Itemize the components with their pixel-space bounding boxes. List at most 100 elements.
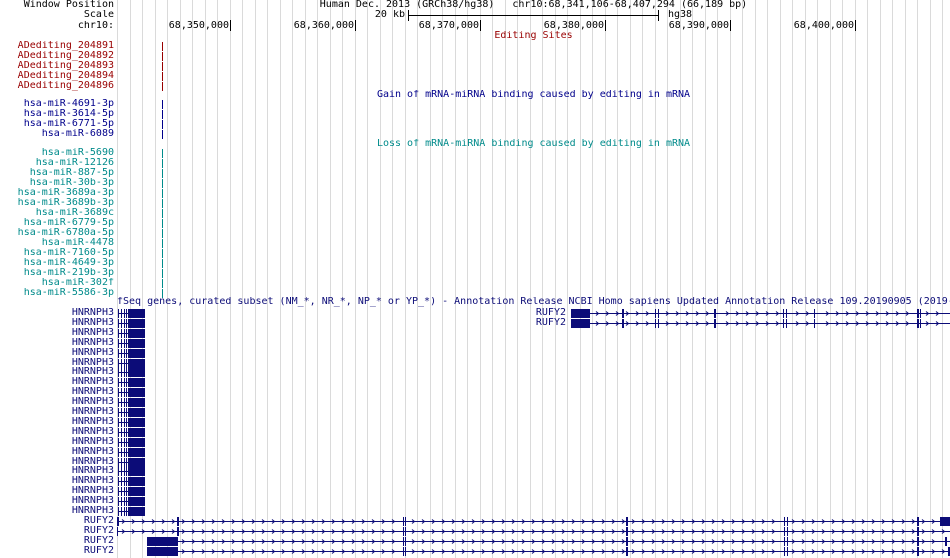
track-label-hnrnph3[interactable]: HNRNPH3 <box>0 348 114 358</box>
gene-hnrnph3[interactable] <box>118 448 145 457</box>
genome-browser-image[interactable]: Window Position Human Dec. 2013 (GRCh38/… <box>0 0 950 558</box>
gene-hnrnph3[interactable] <box>118 467 145 476</box>
gene-hnrnph3[interactable] <box>118 339 145 348</box>
gene-rufy2[interactable] <box>571 319 950 328</box>
gene-rufy2[interactable] <box>571 309 950 318</box>
gene-hnrnph3[interactable] <box>118 428 145 437</box>
loss-binding-marker[interactable] <box>162 209 163 218</box>
track-label-adediting-204892[interactable]: ADediting_204892 <box>0 51 114 61</box>
gene-hnrnph3[interactable] <box>118 497 145 506</box>
loss-binding-marker[interactable] <box>162 219 163 228</box>
gene-hnrnph3[interactable] <box>118 378 145 387</box>
gene-hnrnph3[interactable] <box>118 507 145 516</box>
track-label-hsa-mir-7160-5p[interactable]: hsa-miR-7160-5p <box>0 248 114 258</box>
track-label-hsa-mir-6780a-5p[interactable]: hsa-miR-6780a-5p <box>0 228 114 238</box>
track-label-hsa-mir-5586-3p[interactable]: hsa-miR-5586-3p <box>0 288 114 298</box>
track-label-hnrnph3[interactable]: HNRNPH3 <box>0 417 114 427</box>
track-label-rufy2[interactable]: RUFY2 <box>0 526 114 536</box>
track-label-hsa-mir-3689c[interactable]: hsa-miR-3689c <box>0 208 114 218</box>
editing-site-marker[interactable] <box>162 42 163 51</box>
gene-hnrnph3[interactable] <box>118 398 145 407</box>
track-label-hnrnph3[interactable]: HNRNPH3 <box>0 447 114 457</box>
track-label-adediting-204894[interactable]: ADediting_204894 <box>0 71 114 81</box>
gain-binding-marker[interactable] <box>162 100 163 109</box>
track-label-hsa-mir-302f[interactable]: hsa-miR-302f <box>0 278 114 288</box>
gain-binding-marker[interactable] <box>162 120 163 129</box>
gene-hnrnph3[interactable] <box>118 458 145 467</box>
gene-hnrnph3[interactable] <box>118 388 145 397</box>
editing-sites-track-features[interactable] <box>162 42 163 91</box>
track-label-hsa-mir-3689a-3p[interactable]: hsa-miR-3689a-3p <box>0 188 114 198</box>
track-label-hsa-mir-887-5p[interactable]: hsa-miR-887-5p <box>0 168 114 178</box>
track-label-hnrnph3[interactable]: HNRNPH3 <box>0 377 114 387</box>
loss-binding-marker[interactable] <box>162 169 163 178</box>
gene-label-rufy2[interactable]: RUFY2 <box>466 318 566 328</box>
gene-label-rufy2[interactable]: RUFY2 <box>466 308 566 318</box>
track-label-hnrnph3[interactable]: HNRNPH3 <box>0 397 114 407</box>
loss-binding-marker[interactable] <box>162 179 163 188</box>
gene-hnrnph3[interactable] <box>118 359 145 368</box>
editing-sites-track-title[interactable]: Editing Sites <box>117 31 950 41</box>
gene-hnrnph3[interactable] <box>118 309 145 318</box>
track-label-hsa-mir-6779-5p[interactable]: hsa-miR-6779-5p <box>0 218 114 228</box>
track-graphics[interactable] <box>0 0 950 558</box>
track-label-hsa-mir-5690[interactable]: hsa-miR-5690 <box>0 148 114 158</box>
loss-binding-marker[interactable] <box>162 229 163 238</box>
track-label-hnrnph3[interactable]: HNRNPH3 <box>0 318 114 328</box>
track-label-hnrnph3[interactable]: HNRNPH3 <box>0 466 114 476</box>
track-label-hsa-mir-4478[interactable]: hsa-miR-4478 <box>0 238 114 248</box>
track-label-hnrnph3[interactable]: HNRNPH3 <box>0 496 114 506</box>
loss-track-features[interactable] <box>162 149 163 298</box>
gain-track-features[interactable] <box>162 100 163 139</box>
loss-binding-track-title[interactable]: Loss of mRNA-miRNA binding caused by edi… <box>117 139 950 149</box>
track-label-hnrnph3[interactable]: HNRNPH3 <box>0 387 114 397</box>
track-label-hsa-mir-219b-3p[interactable]: hsa-miR-219b-3p <box>0 268 114 278</box>
track-label-rufy2[interactable]: RUFY2 <box>0 516 114 526</box>
gene-hnrnph3[interactable] <box>118 477 145 486</box>
refseq-track-title[interactable]: fSeq genes, curated subset (NM_*, NR_*, … <box>117 297 950 307</box>
track-label-hnrnph3[interactable]: HNRNPH3 <box>0 328 114 338</box>
editing-site-marker[interactable] <box>162 52 163 61</box>
editing-site-marker[interactable] <box>162 62 163 71</box>
track-label-hnrnph3[interactable]: HNRNPH3 <box>0 437 114 447</box>
track-label-hsa-mir-6089[interactable]: hsa-miR-6089 <box>0 129 114 139</box>
gene-hnrnph3[interactable] <box>118 349 145 358</box>
track-label-hnrnph3[interactable]: HNRNPH3 <box>0 367 114 377</box>
gene-rufy2[interactable] <box>117 517 950 526</box>
track-label-hnrnph3[interactable]: HNRNPH3 <box>0 506 114 516</box>
loss-binding-marker[interactable] <box>162 279 163 288</box>
gene-hnrnph3[interactable] <box>118 418 145 427</box>
track-label-hsa-mir-3614-5p[interactable]: hsa-miR-3614-5p <box>0 109 114 119</box>
gain-binding-marker[interactable] <box>162 130 163 139</box>
loss-binding-marker[interactable] <box>162 199 163 208</box>
track-label-hnrnph3[interactable]: HNRNPH3 <box>0 486 114 496</box>
track-label-adediting-204896[interactable]: ADediting_204896 <box>0 81 114 91</box>
track-label-rufy2[interactable]: RUFY2 <box>0 536 114 546</box>
loss-binding-marker[interactable] <box>162 249 163 258</box>
track-label-hnrnph3[interactable]: HNRNPH3 <box>0 308 114 318</box>
track-label-hnrnph3[interactable]: HNRNPH3 <box>0 476 114 486</box>
gain-binding-track-title[interactable]: Gain of mRNA-miRNA binding caused by edi… <box>117 90 950 100</box>
gene-hnrnph3[interactable] <box>118 487 145 496</box>
gene-rufy2[interactable] <box>117 527 950 536</box>
track-label-adediting-204891[interactable]: ADediting_204891 <box>0 41 114 51</box>
loss-binding-marker[interactable] <box>162 239 163 248</box>
track-label-hnrnph3[interactable]: HNRNPH3 <box>0 407 114 417</box>
track-label-adediting-204893[interactable]: ADediting_204893 <box>0 61 114 71</box>
track-label-hsa-mir-4691-3p[interactable]: hsa-miR-4691-3p <box>0 99 114 109</box>
gene-hnrnph3[interactable] <box>118 408 145 417</box>
track-label-hsa-mir-30b-3p[interactable]: hsa-miR-30b-3p <box>0 178 114 188</box>
loss-binding-marker[interactable] <box>162 189 163 198</box>
gene-hnrnph3[interactable] <box>118 329 145 338</box>
loss-binding-marker[interactable] <box>162 269 163 278</box>
track-label-hnrnph3[interactable]: HNRNPH3 <box>0 338 114 348</box>
track-label-hsa-mir-4649-3p[interactable]: hsa-miR-4649-3p <box>0 258 114 268</box>
gene-hnrnph3[interactable] <box>118 368 145 377</box>
gene-hnrnph3[interactable] <box>118 438 145 447</box>
editing-site-marker[interactable] <box>162 72 163 81</box>
gene-hnrnph3[interactable] <box>118 319 145 328</box>
track-label-hnrnph3[interactable]: HNRNPH3 <box>0 427 114 437</box>
loss-binding-marker[interactable] <box>162 259 163 268</box>
track-label-hsa-mir-3689b-3p[interactable]: hsa-miR-3689b-3p <box>0 198 114 208</box>
track-label-hsa-mir-6771-5p[interactable]: hsa-miR-6771-5p <box>0 119 114 129</box>
